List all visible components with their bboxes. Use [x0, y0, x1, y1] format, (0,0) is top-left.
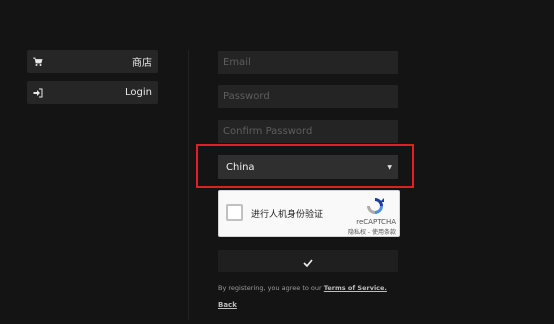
submit-button[interactable]	[218, 250, 398, 272]
country-select-value: China	[226, 161, 255, 173]
recaptcha-checkbox[interactable]	[226, 204, 243, 221]
checkmark-icon	[303, 252, 313, 271]
password-field[interactable]	[218, 85, 398, 108]
terms-prefix: By registering, you agree to our	[218, 284, 324, 292]
sidebar: 商店 Login	[27, 50, 158, 112]
register-page: 商店 Login China ▼ 进行人机身份验证	[0, 0, 554, 324]
recaptcha-label: 进行人机身份验证	[251, 210, 324, 220]
sidebar-item-store[interactable]: 商店	[27, 50, 158, 73]
country-select[interactable]: China ▼	[218, 155, 398, 179]
email-field[interactable]	[218, 51, 398, 74]
sidebar-item-label: 商店	[132, 58, 152, 69]
caret-down-icon: ▼	[387, 163, 392, 171]
terms-text: By registering, you agree to our Terms o…	[218, 284, 387, 292]
sidebar-item-label: Login	[125, 87, 152, 98]
sidebar-item-login[interactable]: Login	[27, 81, 158, 104]
confirm-password-field[interactable]	[218, 120, 398, 143]
cart-icon	[33, 57, 43, 67]
back-link[interactable]: Back	[218, 301, 237, 309]
recaptcha-links[interactable]: 隐私权 - 使用条款	[348, 227, 396, 236]
divider	[188, 50, 189, 320]
recaptcha-logo-icon	[365, 197, 385, 215]
terms-link[interactable]: Terms of Service.	[324, 284, 387, 292]
recaptcha-brand: reCAPTCHA	[356, 218, 396, 226]
sign-in-icon	[33, 88, 43, 98]
recaptcha-widget: 进行人机身份验证 reCAPTCHA 隐私权 - 使用条款	[218, 190, 400, 237]
